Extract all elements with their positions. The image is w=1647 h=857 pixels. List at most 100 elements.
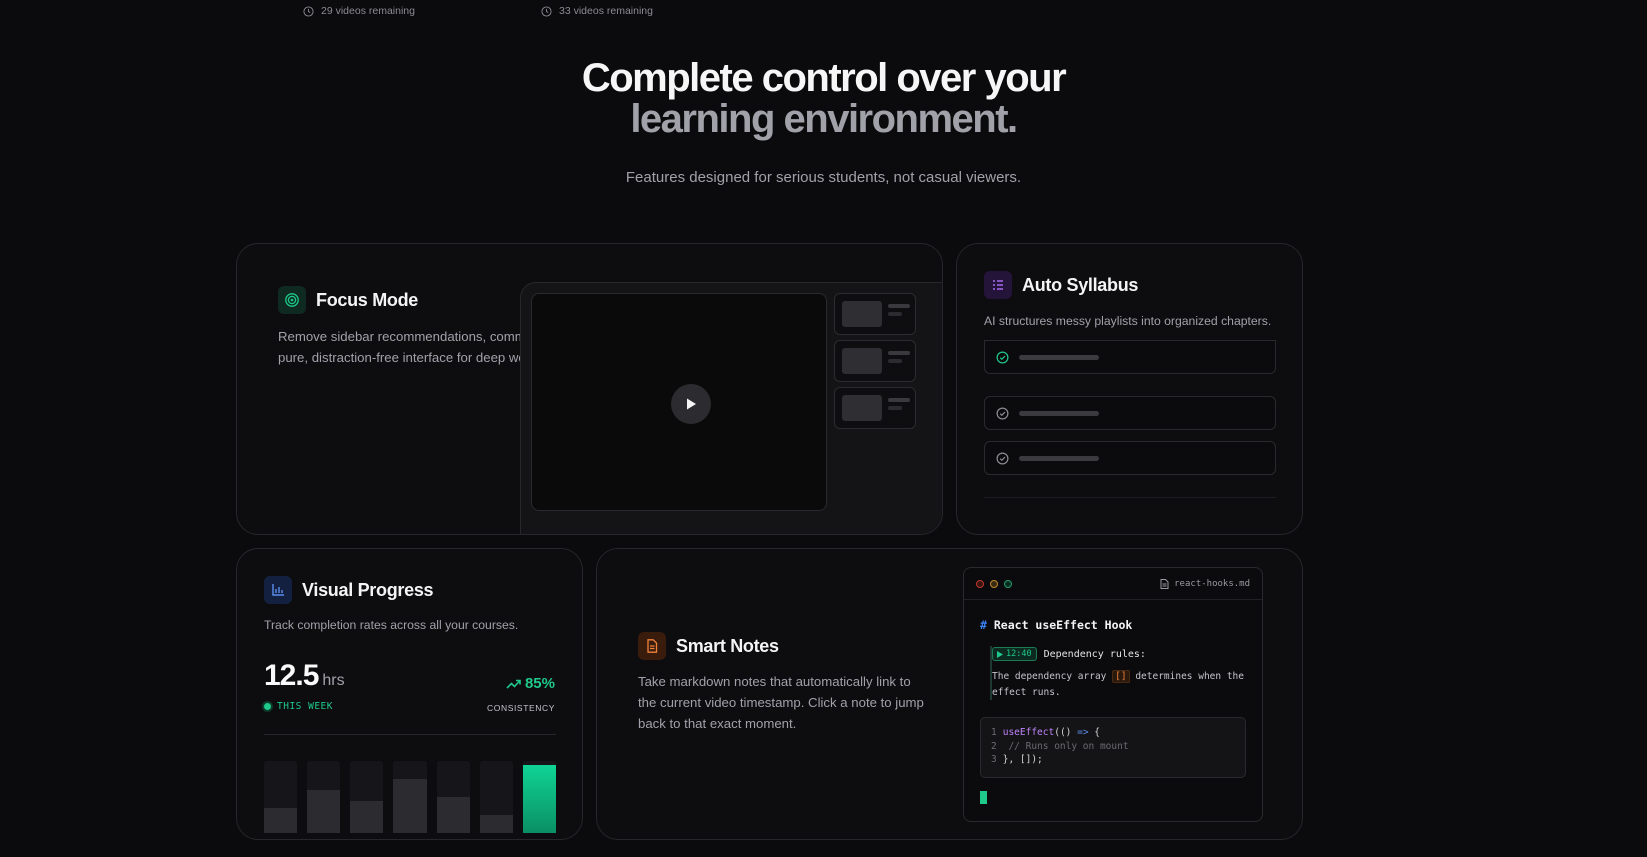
close-dot-icon[interactable] bbox=[976, 579, 984, 588]
weekly-bar-fill bbox=[522, 764, 556, 833]
play-icon bbox=[997, 650, 1003, 658]
focus-mode-desc-line1: Remove sidebar recommendations, comme bbox=[278, 329, 534, 344]
this-week-badge: THIS WEEK bbox=[264, 701, 333, 712]
weekly-bar-fill bbox=[307, 789, 341, 833]
focus-player-mockup bbox=[520, 282, 942, 534]
weekly-bar-fill bbox=[436, 797, 470, 833]
weekly-bar-fill bbox=[264, 807, 298, 833]
smart-notes-card: Smart Notes Take markdown notes that aut… bbox=[596, 548, 1303, 840]
thumbnail-item[interactable] bbox=[834, 387, 916, 429]
videos-remaining-left: 29 videos remaining bbox=[303, 5, 415, 17]
code-line: 3}, []); bbox=[991, 754, 1043, 765]
body-post: determines when the bbox=[1135, 671, 1244, 682]
note-body: The dependency array [] determines when … bbox=[992, 669, 1254, 700]
this-week-label: THIS WEEK bbox=[277, 701, 333, 712]
text-cursor bbox=[980, 791, 987, 804]
videos-remaining-right: 33 videos remaining bbox=[541, 5, 653, 17]
thumbnail-item[interactable] bbox=[834, 340, 916, 382]
document-icon bbox=[638, 632, 666, 660]
dependency-rules-label: Dependency rules: bbox=[1043, 648, 1146, 660]
editor-filename: react-hooks.md bbox=[1160, 578, 1250, 589]
check-circle-icon bbox=[996, 407, 1009, 419]
progress-divider bbox=[264, 734, 556, 735]
focus-mode-heading: Focus Mode bbox=[278, 286, 418, 314]
clock-icon bbox=[303, 5, 314, 17]
heading-hash: # bbox=[980, 618, 987, 632]
thumbnail-list bbox=[834, 293, 916, 434]
weekly-bar-fill bbox=[393, 779, 427, 833]
play-button[interactable] bbox=[671, 384, 711, 424]
focus-mode-title: Focus Mode bbox=[316, 289, 419, 310]
headline-line-1: Complete control over your bbox=[581, 56, 1067, 100]
body-inline-code: [] bbox=[1112, 670, 1130, 683]
weekly-bar bbox=[264, 761, 298, 833]
filename-text: react-hooks.md bbox=[1174, 578, 1250, 589]
consistency-percent: 85% bbox=[524, 675, 555, 692]
weekly-bar bbox=[307, 761, 341, 833]
section-headline: Complete control over your learning envi… bbox=[0, 58, 1647, 140]
videos-remaining-left-text: 29 videos remaining bbox=[321, 5, 415, 17]
note-heading: # React useEffect Hook bbox=[980, 618, 1132, 632]
smart-notes-desc-line3: back to that exact moment. bbox=[638, 716, 797, 731]
syllabus-chapter-row[interactable] bbox=[984, 441, 1276, 475]
visual-progress-card: Visual Progress Track completion rates a… bbox=[236, 548, 583, 840]
bar-chart-icon bbox=[264, 576, 292, 604]
weekly-bar bbox=[479, 761, 513, 833]
visual-progress-heading: Visual Progress bbox=[264, 576, 434, 604]
maximize-dot-icon[interactable] bbox=[1004, 579, 1012, 588]
heading-text: React useEffect Hook bbox=[993, 618, 1133, 632]
focus-mode-desc-line2: pure, distraction-free interface for dee… bbox=[278, 350, 526, 365]
live-dot-icon bbox=[264, 703, 271, 710]
auto-syllabus-description: AI structures messy playlists into organ… bbox=[984, 314, 1272, 328]
auto-syllabus-heading: Auto Syllabus bbox=[984, 271, 1138, 299]
timestamp-value: 12:40 bbox=[1006, 649, 1032, 659]
code-block: 1 useEffect(() => { 2 // Runs only on mou… bbox=[980, 717, 1246, 778]
smart-notes-description: Take markdown notes that automatically l… bbox=[638, 671, 924, 734]
auto-syllabus-title: Auto Syllabus bbox=[1022, 274, 1139, 295]
visual-progress-description: Track completion rates across all your c… bbox=[264, 618, 519, 632]
video-player[interactable] bbox=[531, 293, 827, 511]
trending-up-icon bbox=[506, 679, 521, 689]
weekly-bars bbox=[264, 761, 556, 833]
timestamp-chip[interactable]: 12:40 bbox=[992, 647, 1037, 661]
smart-notes-desc-line1: Take markdown notes that automatically l… bbox=[638, 674, 911, 689]
check-circle-icon bbox=[996, 452, 1009, 464]
weekly-bar bbox=[350, 761, 384, 833]
thumbnail-item[interactable] bbox=[834, 293, 916, 335]
list-icon bbox=[984, 271, 1012, 299]
auto-syllabus-card: Auto Syllabus AI structures messy playli… bbox=[956, 243, 1303, 535]
smart-notes-heading: Smart Notes bbox=[638, 632, 779, 660]
minimize-dot-icon[interactable] bbox=[990, 579, 998, 588]
consistency-label: CONSISTENCY bbox=[487, 703, 555, 713]
smart-notes-title: Smart Notes bbox=[676, 635, 779, 656]
syllabus-chapter-row[interactable] bbox=[984, 396, 1276, 430]
syllabus-divider bbox=[984, 497, 1276, 498]
headline-line-2: learning environment. bbox=[630, 97, 1018, 141]
check-circle-icon bbox=[996, 351, 1009, 363]
hours-value: 12.5 hrs bbox=[264, 659, 345, 693]
notes-editor: react-hooks.md # React useEffect Hook 12… bbox=[963, 567, 1263, 822]
code-line: 2 // Runs only on mount bbox=[991, 740, 1129, 752]
hours-unit: hrs bbox=[322, 672, 345, 689]
syllabus-chapter-row[interactable] bbox=[984, 340, 1276, 374]
target-icon bbox=[278, 286, 306, 314]
smart-notes-desc-line2: the current video timestamp. Click a not… bbox=[638, 695, 924, 710]
weekly-bar bbox=[436, 761, 470, 833]
editor-titlebar: react-hooks.md bbox=[964, 568, 1262, 600]
weekly-bar bbox=[522, 761, 556, 833]
note-timestamp-line: 12:40 Dependency rules: bbox=[992, 647, 1146, 661]
code-line: 1 useEffect(() => { bbox=[991, 727, 1101, 738]
videos-remaining-right-text: 33 videos remaining bbox=[559, 5, 653, 17]
focus-mode-card: Focus Mode Remove sidebar recommendation… bbox=[236, 243, 943, 535]
play-icon bbox=[687, 398, 696, 410]
hours-number: 12.5 bbox=[264, 659, 319, 692]
weekly-bar-fill bbox=[350, 800, 384, 833]
weekly-bar bbox=[393, 761, 427, 833]
body-pre: The dependency array bbox=[992, 671, 1107, 682]
focus-mode-description: Remove sidebar recommendations, comme pu… bbox=[278, 326, 538, 368]
section-subtitle: Features designed for serious students, … bbox=[625, 169, 1022, 186]
weekly-bar-fill bbox=[479, 815, 513, 833]
file-icon bbox=[1160, 578, 1169, 589]
visual-progress-title: Visual Progress bbox=[302, 579, 434, 600]
body-line2: effect runs. bbox=[992, 686, 1061, 698]
